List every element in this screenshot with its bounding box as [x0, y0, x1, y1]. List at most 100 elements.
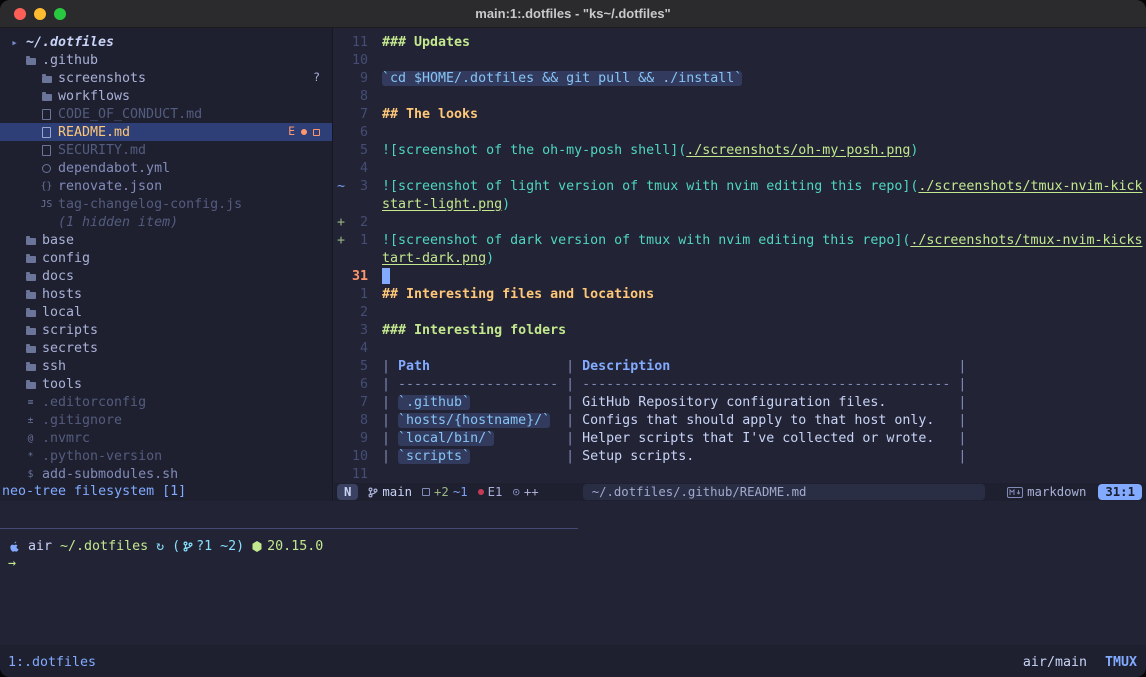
filetype-label: markdown — [1027, 485, 1086, 499]
tree-item[interactable]: docs — [0, 267, 332, 285]
line-text: ### Updates — [382, 35, 470, 50]
apple-icon — [8, 539, 20, 553]
editor-line[interactable]: 11### Updates — [334, 33, 1146, 51]
file-icon — [40, 125, 53, 139]
folder-icon — [24, 53, 37, 67]
tree-item-label: CODE_OF_CONDUCT.md — [58, 107, 202, 122]
branch-icon — [183, 541, 193, 552]
tree-item[interactable]: local — [0, 303, 332, 321]
line-number: 9 — [346, 431, 368, 446]
tree-item[interactable]: ≡ .editorconfig — [0, 393, 332, 411]
tree-item[interactable]: screenshots? — [0, 69, 332, 87]
line-number: 5 — [346, 359, 368, 374]
editor-line[interactable]: 7## The looks — [334, 105, 1146, 123]
tree-item[interactable]: tools — [0, 375, 332, 393]
neotree-statusline: neo-tree filesystem [1] — [0, 483, 332, 501]
nvim-statusline: N main +2 ~1 E1 ⊙ ++ ~/.dotfiles — [334, 483, 1146, 501]
node-version-segment: 20.15.0 — [252, 539, 323, 554]
tree-item[interactable]: $add-submodules.sh — [0, 465, 332, 483]
tree-item[interactable]: {}renovate.json — [0, 177, 332, 195]
line-number: 11 — [346, 467, 368, 482]
titlebar: main:1:.dotfiles - "ks~/.dotfiles" — [0, 0, 1146, 28]
editor-line[interactable]: 4 — [334, 339, 1146, 357]
editor-line[interactable]: start-light.png) — [334, 195, 1146, 213]
tree-item[interactable]: @.nvmrc — [0, 429, 332, 447]
tree-item[interactable]: .github — [0, 51, 332, 69]
tree-item-label: .editorconfig — [42, 395, 146, 410]
tree-item[interactable]: config — [0, 249, 332, 267]
line-number: 1 — [346, 287, 368, 302]
line-number: 2 — [346, 215, 368, 230]
editor-line[interactable]: +1![screenshot of dark version of tmux w… — [334, 231, 1146, 249]
diff-added: +2 — [434, 485, 449, 499]
editor-line[interactable]: 3### Interesting folders — [334, 321, 1146, 339]
file-tree: ▸~/.dotfiles.githubscreenshots?workflows… — [0, 33, 332, 483]
tree-item[interactable]: ssh — [0, 357, 332, 375]
shell-pane[interactable]: air ~/.dotfiles ↻ ( ?1 ~2) 20.15.0 — [0, 537, 1146, 645]
line-number: 2 — [346, 305, 368, 320]
editor-line[interactable]: 10| `scripts` | Setup scripts. | — [334, 447, 1146, 465]
line-text: ### Interesting folders — [382, 323, 566, 338]
editor-line[interactable]: 10 — [334, 51, 1146, 69]
editor-line[interactable]: +2 — [334, 213, 1146, 231]
tree-item[interactable]: (1 hidden item) — [0, 213, 332, 231]
tree-item[interactable]: README.mdE — [0, 123, 332, 141]
tree-item-label: .python-version — [42, 449, 162, 464]
editor-line[interactable]: 2 — [334, 303, 1146, 321]
tree-item[interactable]: CODE_OF_CONDUCT.md — [0, 105, 332, 123]
cursor — [382, 268, 390, 284]
editor-line[interactable]: 31 — [334, 267, 1146, 285]
tree-item[interactable]: JStag-changelog-config.js — [0, 195, 332, 213]
editor-pane[interactable]: 11### Updates109`cd $HOME/.dotfiles && g… — [334, 28, 1146, 501]
error-count: E1 — [488, 485, 503, 499]
close-button[interactable] — [14, 8, 26, 20]
tree-item[interactable]: hosts — [0, 285, 332, 303]
editor-line[interactable]: 5| Path | Description | — [334, 357, 1146, 375]
updates-icon: ⊙ — [512, 485, 519, 499]
editor-line[interactable]: 9`cd $HOME/.dotfiles && git pull && ./in… — [334, 69, 1146, 87]
editor-line[interactable]: 6| -------------------- | --------------… — [334, 375, 1146, 393]
tree-item[interactable]: scripts — [0, 321, 332, 339]
minimize-button[interactable] — [34, 8, 46, 20]
tree-item-label: dependabot.yml — [58, 161, 170, 176]
line-number: 1 — [346, 233, 368, 248]
editor-line[interactable]: 6 — [334, 123, 1146, 141]
tree-item-label: secrets — [42, 341, 98, 356]
folder-icon — [24, 359, 37, 373]
tree-item[interactable]: workflows — [0, 87, 332, 105]
tree-item-label: .gitignore — [42, 413, 122, 428]
editor-line[interactable]: 8| `hosts/{hostname}/` | Configs that sh… — [334, 411, 1146, 429]
tree-item[interactable]: *.python-version — [0, 447, 332, 465]
tree-item[interactable]: base — [0, 231, 332, 249]
editor-line[interactable]: 8 — [334, 87, 1146, 105]
line-text: tart-dark.png) — [382, 251, 494, 266]
tree-item[interactable]: secrets — [0, 339, 332, 357]
tree-item[interactable]: dependabot.yml — [0, 159, 332, 177]
shell-icon: $ — [24, 467, 37, 481]
editor-line[interactable]: 11 — [334, 465, 1146, 483]
gutter-sign: + — [334, 215, 346, 230]
tree-item[interactable]: SECURITY.md — [0, 141, 332, 159]
line-text: ![screenshot of light version of tmux wi… — [382, 179, 1143, 194]
prompt-char: → — [8, 555, 16, 573]
editor-line[interactable]: 7| `.github` | GitHub Repository configu… — [334, 393, 1146, 411]
editor-line[interactable]: 1## Interesting files and locations — [334, 285, 1146, 303]
gutter-sign: ~ — [334, 179, 346, 194]
editor-line[interactable]: 4 — [334, 159, 1146, 177]
editor-line[interactable]: 9| `local/bin/` | Helper scripts that I'… — [334, 429, 1146, 447]
status-badge: E — [288, 126, 295, 138]
tree-item[interactable]: ▸~/.dotfiles — [0, 33, 332, 51]
tmux-window-item[interactable]: 1:.dotfiles — [8, 654, 96, 672]
editor-line[interactable]: 5![screenshot of the oh-my-posh shell](.… — [334, 141, 1146, 159]
git-status-badges: ? — [313, 72, 320, 84]
tree-item[interactable]: ±.gitignore — [0, 411, 332, 429]
line-number: 6 — [346, 125, 368, 140]
cursor-position: 31:1 — [1098, 484, 1142, 500]
editor-line[interactable]: ~3![screenshot of light version of tmux … — [334, 177, 1146, 195]
git-branch-segment: main — [368, 485, 412, 499]
editor-line[interactable]: tart-dark.png) — [334, 249, 1146, 267]
gear-icon: ≡ — [24, 395, 37, 409]
tmux-pane-divider[interactable] — [0, 528, 578, 529]
folder-icon — [24, 341, 37, 355]
zoom-button[interactable] — [54, 8, 66, 20]
